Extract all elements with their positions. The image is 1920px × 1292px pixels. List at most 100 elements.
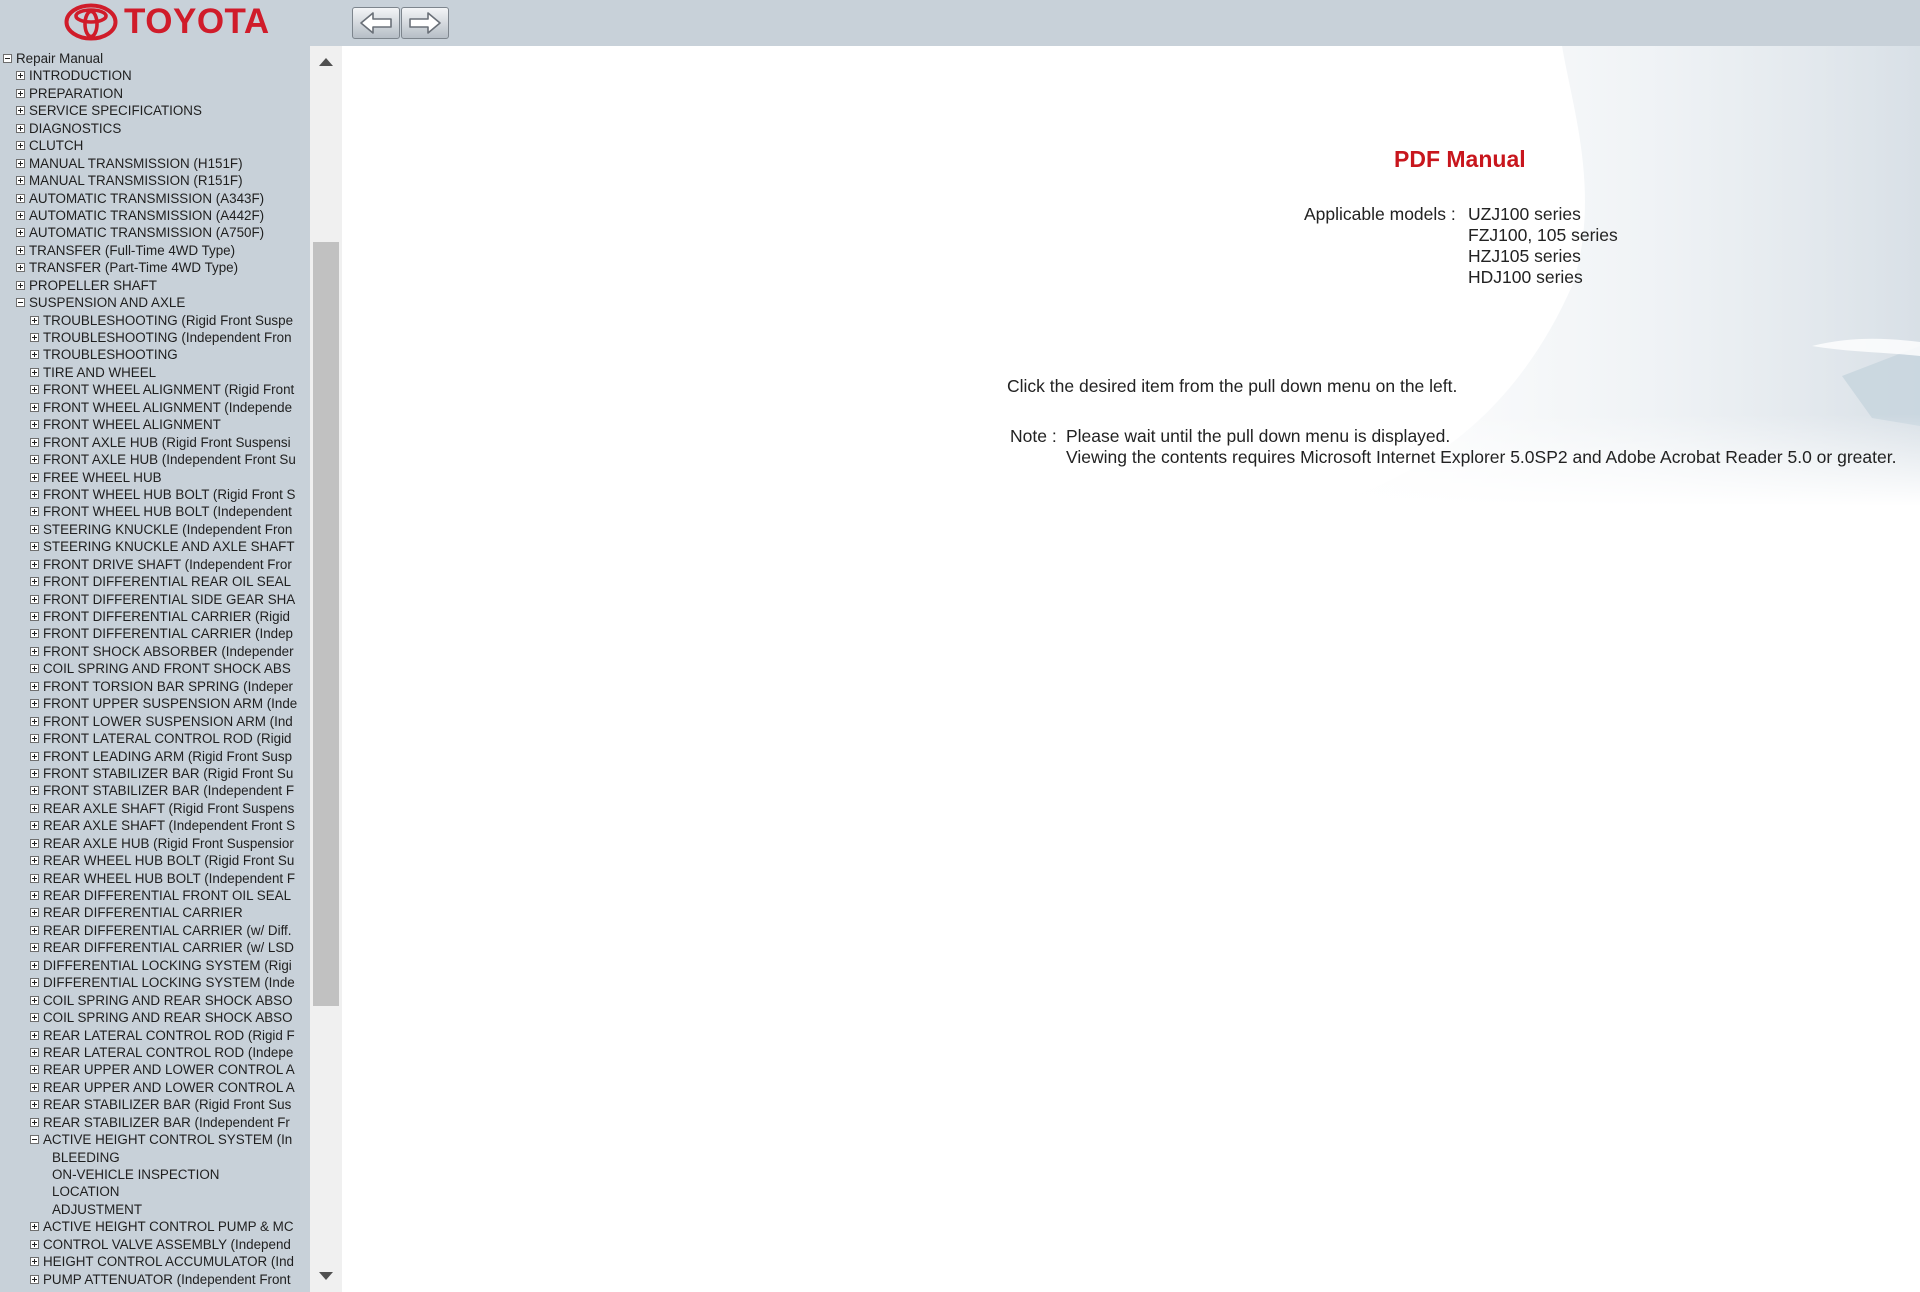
expand-plus-icon[interactable] xyxy=(16,88,25,98)
tree-item[interactable]: DIFFERENTIAL LOCKING SYSTEM (Inde xyxy=(0,974,310,991)
expand-plus-icon[interactable] xyxy=(30,437,39,447)
tree-item[interactable]: REAR WHEEL HUB BOLT (Independent F xyxy=(0,870,310,887)
expand-plus-icon[interactable] xyxy=(30,646,39,656)
tree-item[interactable]: REAR DIFFERENTIAL FRONT OIL SEAL xyxy=(0,887,310,904)
expand-plus-icon[interactable] xyxy=(16,228,25,238)
expand-plus-icon[interactable] xyxy=(16,280,25,290)
tree-item[interactable]: DIAGNOSTICS xyxy=(0,120,310,137)
tree-item[interactable]: PREPARATION xyxy=(0,85,310,102)
expand-plus-icon[interactable] xyxy=(30,524,39,534)
expand-plus-icon[interactable] xyxy=(30,821,39,831)
expand-plus-icon[interactable] xyxy=(30,472,39,482)
tree-item[interactable]: FRONT WHEEL HUB BOLT (Rigid Front S xyxy=(0,486,310,503)
tree-item[interactable]: TROUBLESHOOTING (Independent Fron xyxy=(0,329,310,346)
tree-item[interactable]: FRONT LEADING ARM (Rigid Front Susp xyxy=(0,748,310,765)
expand-plus-icon[interactable] xyxy=(30,1065,39,1075)
expand-plus-icon[interactable] xyxy=(30,385,39,395)
tree-item[interactable]: REAR UPPER AND LOWER CONTROL A xyxy=(0,1061,310,1078)
tree-item[interactable]: FREE WHEEL HUB xyxy=(0,469,310,486)
expand-plus-icon[interactable] xyxy=(30,367,39,377)
expand-plus-icon[interactable] xyxy=(30,1013,39,1023)
tree-item[interactable]: REAR DIFFERENTIAL CARRIER (w/ Diff. xyxy=(0,922,310,939)
tree-item[interactable]: ACTIVE HEIGHT CONTROL SYSTEM (In xyxy=(0,1131,310,1148)
expand-plus-icon[interactable] xyxy=(30,333,39,342)
tree-item[interactable]: COIL SPRING AND REAR SHOCK ABSO xyxy=(0,1009,310,1026)
tree-item[interactable]: FRONT STABILIZER BAR (Independent F xyxy=(0,782,310,799)
tree-item[interactable]: PROPELLER SHAFT xyxy=(0,277,310,294)
expand-plus-icon[interactable] xyxy=(30,629,39,639)
expand-plus-icon[interactable] xyxy=(16,210,25,220)
expand-plus-icon[interactable] xyxy=(16,245,25,255)
expand-plus-icon[interactable] xyxy=(30,943,39,953)
scroll-down-arrow-icon[interactable] xyxy=(319,1272,333,1280)
tree-item[interactable]: FRONT DRIVE SHAFT (Independent Fror xyxy=(0,556,310,573)
tree-item[interactable]: REAR DIFFERENTIAL CARRIER xyxy=(0,904,310,921)
expand-plus-icon[interactable] xyxy=(30,838,39,848)
tree-item[interactable]: FRONT DIFFERENTIAL CARRIER (Indep xyxy=(0,625,310,642)
tree-item[interactable]: CLUTCH xyxy=(0,137,310,154)
expand-plus-icon[interactable] xyxy=(30,751,39,761)
tree-item[interactable]: TRANSFER (Full-Time 4WD Type) xyxy=(0,242,310,259)
expand-plus-icon[interactable] xyxy=(30,856,39,866)
tree-item[interactable]: REAR AXLE HUB (Rigid Front Suspensior xyxy=(0,835,310,852)
expand-plus-icon[interactable] xyxy=(16,123,25,133)
expand-plus-icon[interactable] xyxy=(30,507,39,517)
expand-plus-icon[interactable] xyxy=(30,891,39,900)
expand-plus-icon[interactable] xyxy=(30,786,39,796)
tree-item[interactable]: FRONT STABILIZER BAR (Rigid Front Su xyxy=(0,765,310,782)
expand-plus-icon[interactable] xyxy=(30,1222,39,1232)
tree-item[interactable]: FRONT WHEEL HUB BOLT (Independent xyxy=(0,503,310,520)
tree-item[interactable]: ON-VEHICLE INSPECTION xyxy=(0,1166,310,1183)
expand-plus-icon[interactable] xyxy=(30,873,39,883)
tree-item[interactable]: REAR STABILIZER BAR (Independent Fr xyxy=(0,1114,310,1131)
scroll-thumb[interactable] xyxy=(313,242,339,1006)
tree-item[interactable]: FRONT UPPER SUSPENSION ARM (Inde xyxy=(0,695,310,712)
expand-plus-icon[interactable] xyxy=(16,106,25,116)
expand-plus-icon[interactable] xyxy=(30,699,39,709)
expand-plus-icon[interactable] xyxy=(30,995,39,1005)
expand-plus-icon[interactable] xyxy=(30,455,39,465)
tree-item[interactable]: SUSPENSION AND AXLE xyxy=(0,294,310,311)
tree-item[interactable]: REAR WHEEL HUB BOLT (Rigid Front Su xyxy=(0,852,310,869)
expand-plus-icon[interactable] xyxy=(30,1239,39,1249)
tree-item[interactable]: FRONT TORSION BAR SPRING (Indeper xyxy=(0,678,310,695)
expand-plus-icon[interactable] xyxy=(30,768,39,778)
tree-item[interactable]: CONTROL VALVE ASSEMBLY (Independ xyxy=(0,1236,310,1253)
tree-item[interactable]: BLEEDING xyxy=(0,1149,310,1166)
tree-item[interactable]: COIL SPRING AND FRONT SHOCK ABS xyxy=(0,660,310,677)
tree-item[interactable]: Repair Manual xyxy=(0,50,310,67)
tree-item[interactable]: MANUAL TRANSMISSION (H151F) xyxy=(0,155,310,172)
tree-item[interactable]: TRANSFER (Part-Time 4WD Type) xyxy=(0,259,310,276)
expand-plus-icon[interactable] xyxy=(30,1257,39,1267)
expand-plus-icon[interactable] xyxy=(30,420,39,430)
tree-item[interactable]: FRONT AXLE HUB (Independent Front Su xyxy=(0,451,310,468)
tree-item[interactable]: TIRE AND WHEEL xyxy=(0,364,310,381)
collapse-minus-icon[interactable] xyxy=(30,1135,39,1145)
expand-plus-icon[interactable] xyxy=(30,1047,39,1057)
tree-item[interactable]: AUTOMATIC TRANSMISSION (A442F) xyxy=(0,207,310,224)
expand-plus-icon[interactable] xyxy=(30,594,39,604)
expand-plus-icon[interactable] xyxy=(16,176,25,186)
expand-plus-icon[interactable] xyxy=(30,1100,39,1110)
tree-item[interactable]: FRONT AXLE HUB (Rigid Front Suspensi xyxy=(0,434,310,451)
tree-item[interactable]: FRONT DIFFERENTIAL SIDE GEAR SHA xyxy=(0,591,310,608)
tree-item[interactable]: FRONT DIFFERENTIAL CARRIER (Rigid xyxy=(0,608,310,625)
expand-plus-icon[interactable] xyxy=(30,1082,39,1092)
scroll-up-arrow-icon[interactable] xyxy=(319,58,333,66)
expand-plus-icon[interactable] xyxy=(30,612,39,621)
expand-plus-icon[interactable] xyxy=(30,402,39,412)
tree-item[interactable]: FRONT WHEEL ALIGNMENT xyxy=(0,416,310,433)
tree-item[interactable]: REAR AXLE SHAFT (Rigid Front Suspens xyxy=(0,800,310,817)
tree-item[interactable]: ADJUSTMENT xyxy=(0,1201,310,1218)
expand-plus-icon[interactable] xyxy=(16,193,25,203)
tree-item[interactable]: REAR AXLE SHAFT (Independent Front S xyxy=(0,817,310,834)
tree-item[interactable]: TROUBLESHOOTING (Rigid Front Suspe xyxy=(0,312,310,329)
tree-item[interactable]: COIL SPRING AND REAR SHOCK ABSO xyxy=(0,992,310,1009)
expand-plus-icon[interactable] xyxy=(30,350,39,360)
expand-plus-icon[interactable] xyxy=(30,315,39,325)
expand-plus-icon[interactable] xyxy=(30,803,39,813)
tree-item[interactable]: AUTOMATIC TRANSMISSION (A750F) xyxy=(0,224,310,241)
tree-item[interactable]: FRONT LATERAL CONTROL ROD (Rigid xyxy=(0,730,310,747)
tree-item[interactable]: REAR LATERAL CONTROL ROD (Rigid F xyxy=(0,1027,310,1044)
tree-item[interactable]: FRONT WHEEL ALIGNMENT (Rigid Front xyxy=(0,381,310,398)
